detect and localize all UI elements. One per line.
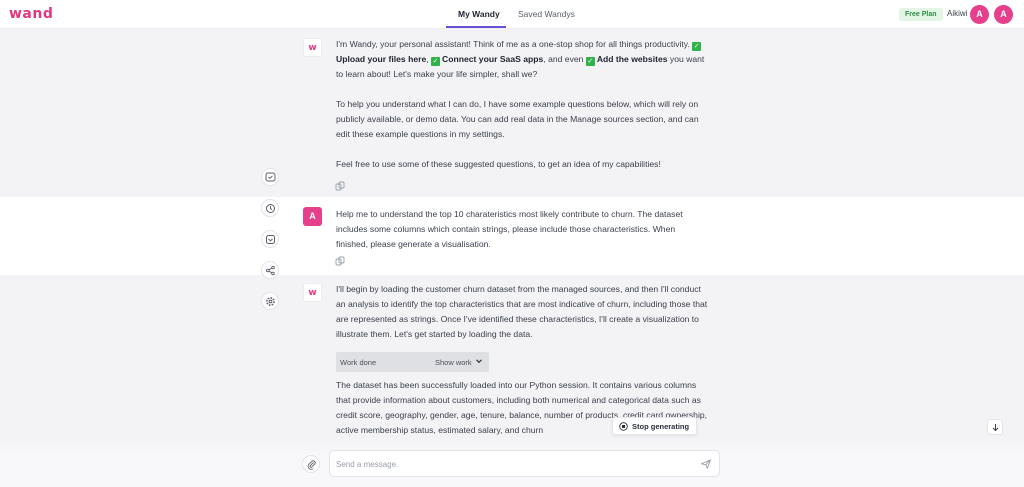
top-bar: wand My Wandy Saved Wandys Free Plan Aik… — [0, 0, 1024, 29]
work-done-label: Work done — [340, 358, 377, 367]
intro-paragraph-2: To help you understand what I can do, I … — [336, 99, 699, 139]
copy-icon[interactable] — [335, 256, 345, 266]
share-button[interactable] — [261, 261, 279, 279]
chevron-down-icon[interactable] — [475, 357, 483, 365]
separator-text: , — [426, 54, 429, 64]
tab-saved-wandys[interactable]: Saved Wandys — [518, 9, 575, 19]
active-tab-indicator — [446, 26, 506, 28]
scroll-down-button[interactable] — [987, 419, 1003, 435]
add-websites-link[interactable]: Add the websites — [597, 54, 668, 64]
tab-my-wandy[interactable]: My Wandy — [458, 9, 500, 19]
work-done-panel[interactable]: Work done Show work — [336, 352, 489, 372]
check-icon: ✓ — [431, 57, 441, 66]
separator-text: , and even — [543, 54, 584, 64]
check-icon: ✓ — [585, 57, 595, 66]
intro-line-1: I'm Wandy, your personal assistant! Thin… — [336, 39, 690, 49]
settings-icon — [266, 297, 275, 306]
plan-badge[interactable]: Free Plan — [899, 8, 943, 21]
check-icon: ✓ — [692, 42, 702, 51]
connect-saas-link[interactable]: Connect your SaaS apps — [442, 54, 543, 64]
stop-generating-button[interactable]: Stop generating — [612, 417, 697, 435]
saved-icon — [266, 235, 275, 244]
arrow-down-icon — [992, 424, 999, 432]
response-paragraph-1: I'll begin by loading the customer churn… — [336, 284, 708, 339]
settings-button[interactable] — [261, 292, 279, 310]
user-avatar[interactable]: A — [994, 5, 1013, 24]
message-input[interactable] — [336, 457, 686, 471]
history-button[interactable] — [261, 199, 279, 217]
stop-icon — [619, 422, 628, 431]
share-icon — [266, 265, 275, 276]
intro-message: I'm Wandy, your personal assistant! Thin… — [336, 37, 708, 172]
attach-button[interactable] — [302, 455, 320, 473]
new-chat-button[interactable] — [261, 168, 279, 186]
user-message: Help me to understand the top 10 charate… — [336, 209, 683, 249]
show-work-button[interactable]: Show work — [435, 358, 472, 367]
workspace-avatar[interactable]: A — [970, 5, 989, 24]
saved-button[interactable] — [261, 230, 279, 248]
upload-files-link[interactable]: Upload your files here — [336, 54, 426, 64]
add-chat-icon — [265, 172, 276, 182]
wandy-avatar: w — [303, 283, 322, 302]
copy-icon[interactable] — [335, 181, 345, 191]
wand-logo[interactable]: wand — [9, 6, 53, 22]
history-icon — [266, 204, 275, 213]
paperclip-icon — [307, 460, 316, 470]
username: Aikiwi — [947, 9, 968, 18]
intro-paragraph-3: Feel free to use some of these suggested… — [336, 159, 661, 169]
message-composer[interactable] — [329, 450, 720, 477]
wandy-avatar: w — [303, 38, 322, 57]
user-message-avatar: A — [303, 207, 322, 226]
send-icon[interactable] — [700, 458, 712, 470]
stop-generating-label: Stop generating — [632, 422, 690, 431]
